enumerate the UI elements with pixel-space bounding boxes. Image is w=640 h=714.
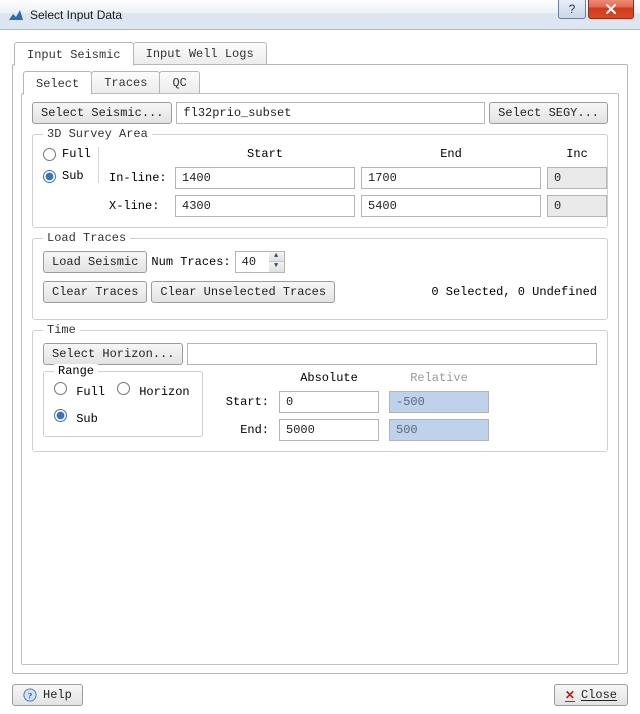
tab-input-well-logs[interactable]: Input Well Logs [133, 42, 267, 64]
time-start-label: Start: [219, 395, 269, 409]
select-horizon-button[interactable]: Select Horizon... [43, 343, 183, 365]
spinner-down-icon[interactable]: ▼ [269, 262, 284, 272]
xline-start-field[interactable] [175, 195, 355, 217]
inline-inc-field [547, 167, 607, 189]
inner-tabstrip: Select Traces QC [23, 71, 199, 94]
inline-label: In-line: [109, 171, 169, 185]
num-traces-spinner[interactable]: ▲ ▼ [269, 251, 285, 273]
range-group: Range Full Horizon Sub [43, 371, 203, 437]
help-icon: ? [23, 688, 37, 702]
load-traces-group: Load Traces Load Seismic Num Traces: ▲ ▼ [32, 238, 608, 320]
range-sub-radio[interactable]: Sub [54, 412, 98, 426]
num-traces-field[interactable] [235, 251, 269, 273]
survey-sub-radio[interactable]: Sub [43, 169, 90, 183]
survey-sub-label: Sub [62, 169, 84, 183]
close-window-button[interactable] [588, 0, 634, 19]
range-full-radio[interactable]: Full [54, 382, 105, 399]
time-group: Time Select Horizon... Range Full Horizo… [32, 330, 608, 452]
survey-full-label: Full [62, 147, 91, 161]
inline-end-field[interactable] [361, 167, 541, 189]
close-label: Close [581, 688, 617, 702]
range-full-label: Full [76, 385, 105, 399]
inner-tab-panel: Select Seismic... Select SEGY... 3D Surv… [21, 93, 619, 665]
survey-legend: 3D Survey Area [43, 127, 152, 141]
close-button[interactable]: ✕ Close [554, 684, 628, 706]
select-seismic-button[interactable]: Select Seismic... [32, 102, 172, 124]
clear-unselected-button[interactable]: Clear Unselected Traces [151, 281, 335, 303]
tab-select[interactable]: Select [23, 71, 92, 95]
xline-inc-field [547, 195, 607, 217]
svg-text:?: ? [28, 691, 32, 701]
window-title: Select Input Data [30, 8, 122, 22]
help-window-button[interactable]: ? [558, 0, 586, 19]
outer-tabstrip: Input Seismic Input Well Logs [14, 42, 266, 65]
client-area: Input Seismic Input Well Logs Select Tra… [0, 30, 640, 714]
window-controls: ? [558, 0, 640, 19]
range-horizon-radio[interactable]: Horizon [117, 382, 190, 399]
survey-end-header: End [361, 147, 541, 161]
clear-traces-button[interactable]: Clear Traces [43, 281, 147, 303]
survey-area-group: 3D Survey Area Full Sub Start End Inc [32, 134, 608, 228]
tab-traces[interactable]: Traces [91, 71, 160, 93]
survey-full-radio[interactable]: Full [43, 147, 90, 161]
titlebar: Select Input Data ? [0, 0, 640, 30]
range-sub-label: Sub [76, 412, 98, 426]
time-end-label: End: [219, 423, 269, 437]
tab-input-seismic[interactable]: Input Seismic [14, 42, 134, 66]
load-seismic-button[interactable]: Load Seismic [43, 251, 147, 273]
spinner-up-icon[interactable]: ▲ [269, 252, 284, 262]
traces-status: 0 Selected, 0 Undefined [431, 285, 597, 299]
range-horizon-label: Horizon [139, 385, 189, 399]
load-traces-legend: Load Traces [43, 231, 130, 245]
survey-start-header: Start [175, 147, 355, 161]
abs-end-field[interactable] [279, 419, 379, 441]
outer-tab-panel: Select Traces QC Select Seismic... Selec… [12, 64, 628, 674]
tab-qc[interactable]: QC [159, 71, 199, 93]
survey-inc-header: Inc [547, 147, 607, 161]
range-legend: Range [54, 364, 98, 378]
relative-header: Relative [389, 371, 489, 385]
horizon-field[interactable] [187, 343, 597, 365]
close-icon: ✕ [565, 688, 575, 702]
rel-end-field [389, 419, 489, 441]
select-segy-button[interactable]: Select SEGY... [489, 102, 608, 124]
app-icon [8, 7, 24, 23]
help-button[interactable]: ? Help [12, 684, 83, 706]
time-legend: Time [43, 323, 80, 337]
xline-end-field[interactable] [361, 195, 541, 217]
seismic-name-field[interactable] [176, 102, 485, 124]
inline-start-field[interactable] [175, 167, 355, 189]
xline-label: X-line: [109, 199, 169, 213]
bottom-bar: ? Help ✕ Close [12, 674, 628, 706]
rel-start-field [389, 391, 489, 413]
help-label: Help [43, 688, 72, 702]
abs-start-field[interactable] [279, 391, 379, 413]
absolute-header: Absolute [279, 371, 379, 385]
num-traces-label: Num Traces: [151, 255, 230, 269]
